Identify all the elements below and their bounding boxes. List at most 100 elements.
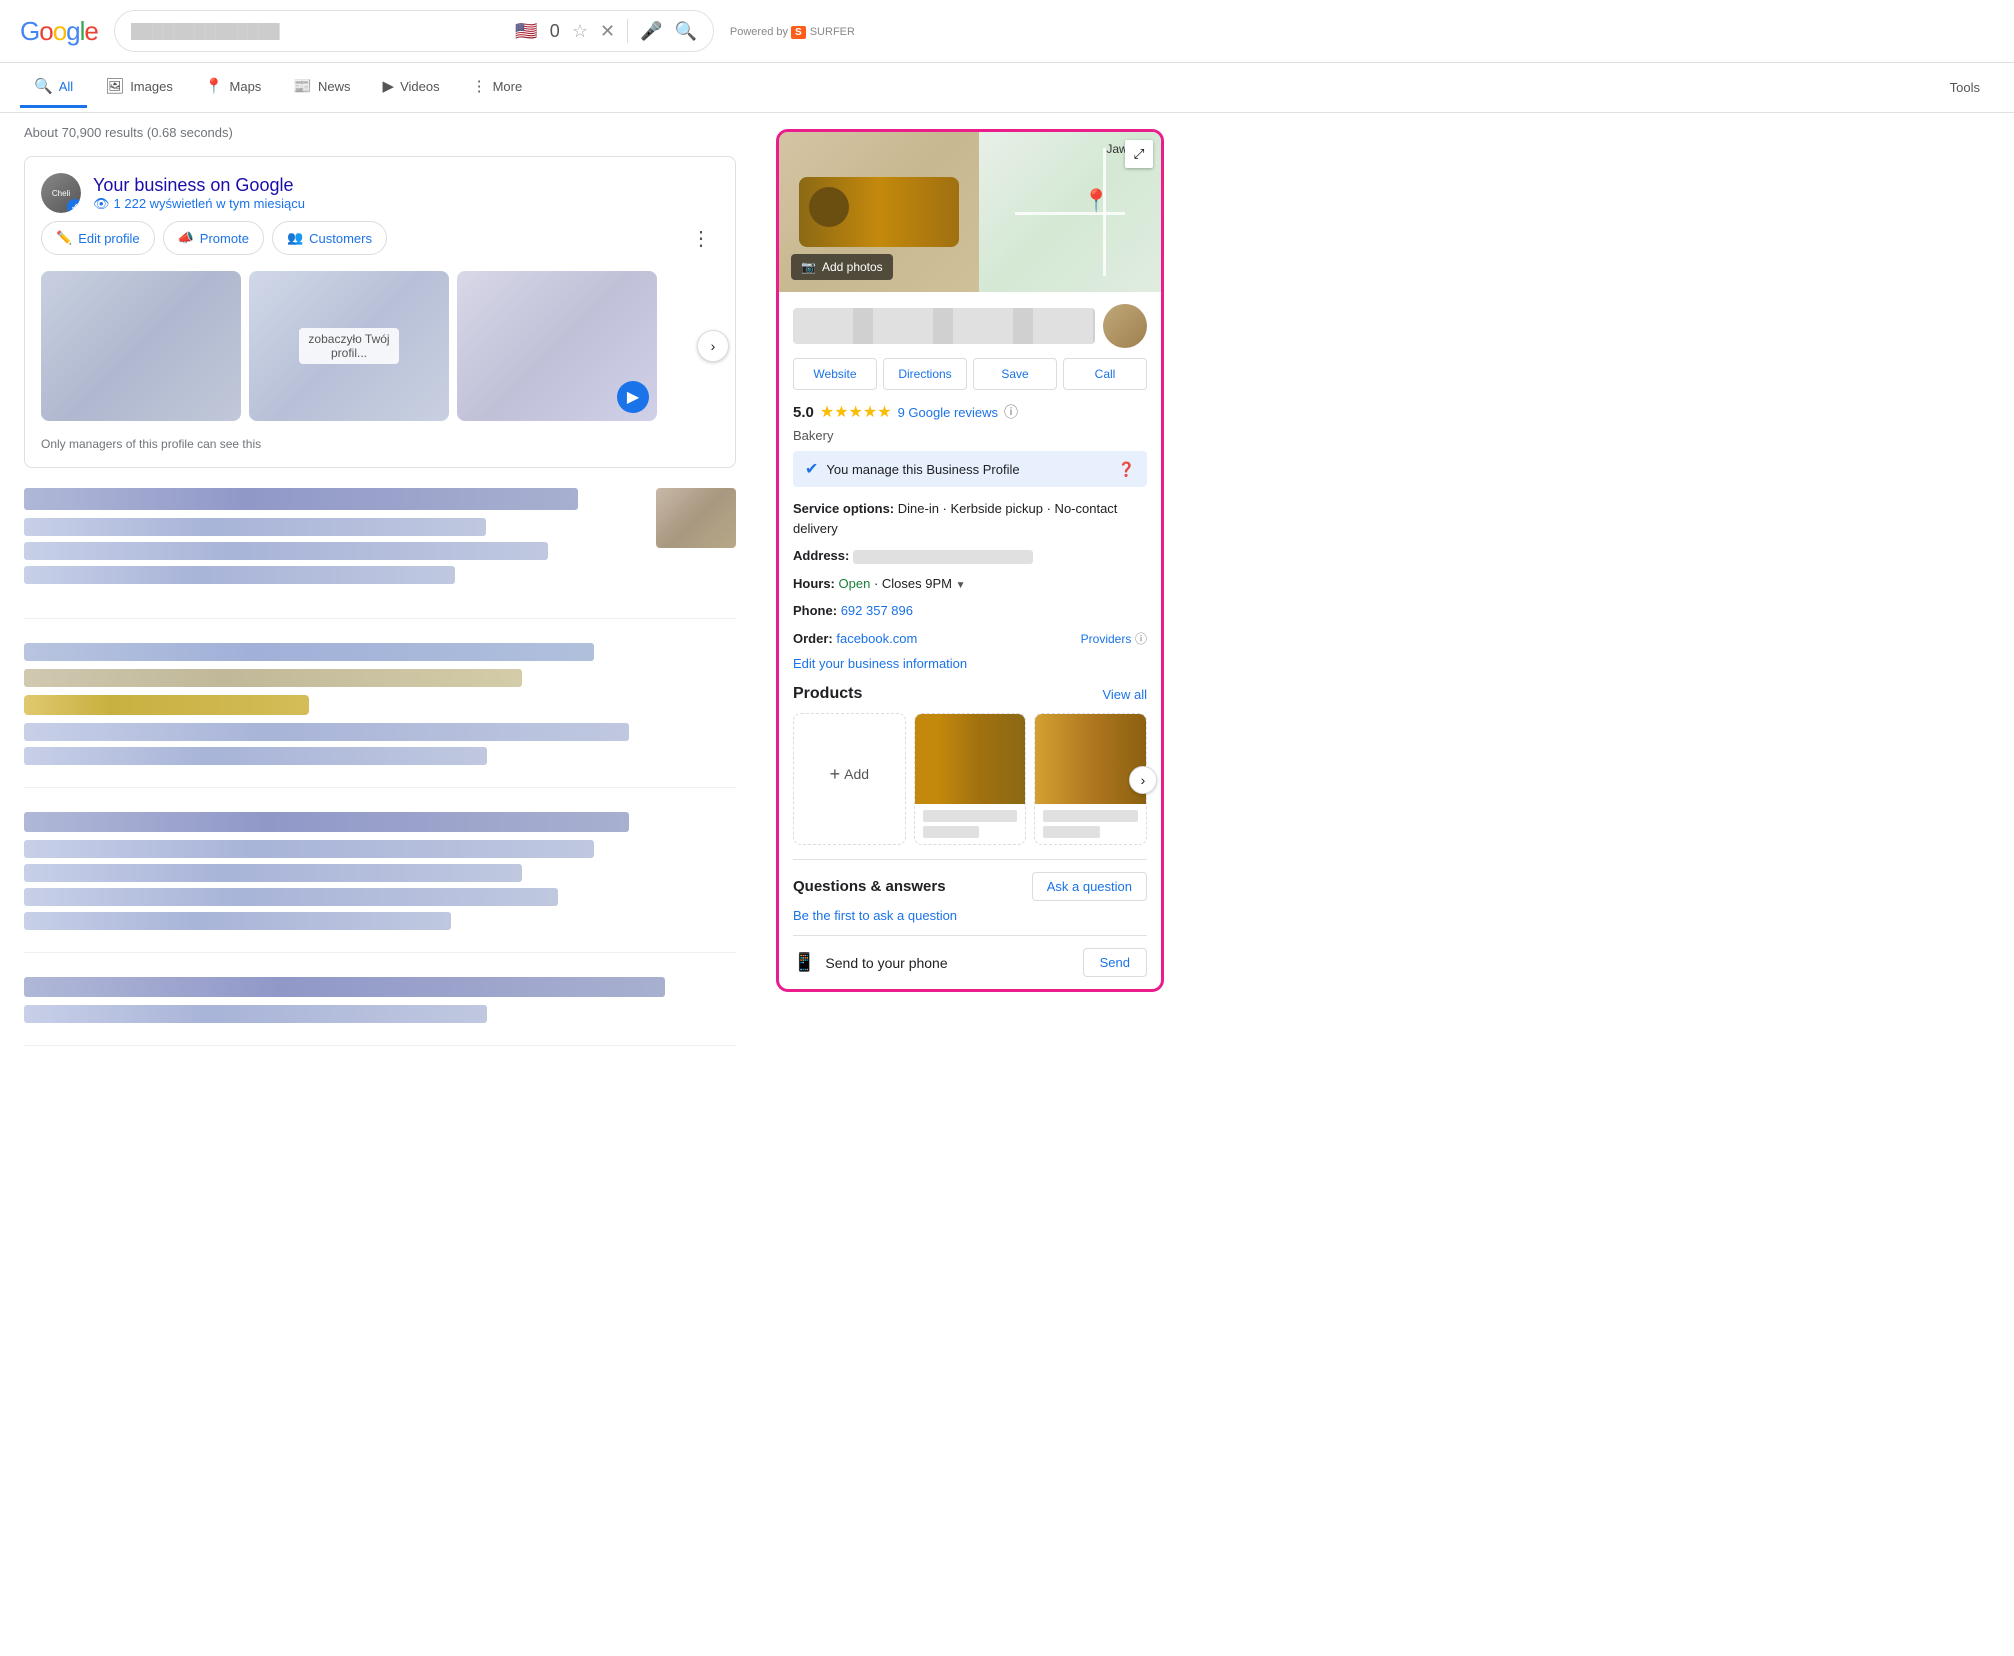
business-card: Cheli ✓ Your business on Google 👁 1 222 … — [24, 156, 736, 468]
carousel-item-3[interactable]: ▶ — [457, 271, 657, 421]
products-grid: + Add — [793, 713, 1147, 845]
add-product-card[interactable]: + Add — [793, 713, 906, 845]
stars-row: 5.0 ★★★★★ 9 Google reviews ⓘ — [793, 402, 1147, 422]
blurred-results — [24, 488, 736, 1046]
customers-button[interactable]: 👥 Customers — [272, 221, 387, 255]
managers-note: Only managers of this profile can see th… — [41, 437, 719, 451]
service-row: Service options: Dine-in · Kerbside pick… — [793, 499, 1147, 538]
providers-link[interactable]: Providers — [1081, 632, 1132, 646]
close-icon[interactable]: ✕ — [600, 21, 615, 42]
address-value — [853, 550, 1033, 564]
search-input[interactable] — [131, 23, 507, 40]
nav-tabs: 🔍 All 🖼 Images 📍 Maps 📰 News ▶ Videos ⋮ … — [0, 63, 2014, 113]
main-layout: About 70,900 results (0.68 seconds) Chel… — [0, 113, 2014, 1082]
map-section[interactable]: 📍 Jaworze ⤢ — [979, 132, 1161, 292]
hours-row: Hours: Open · Closes 9PM ▼ — [793, 574, 1147, 594]
reviews-link[interactable]: 9 Google reviews — [898, 405, 998, 420]
product-name-2 — [1043, 810, 1138, 822]
more-options-button[interactable]: ⋮ — [683, 222, 719, 255]
header: Google 🇺🇸 0 ☆ ✕ 🎤 🔍 Powered by S SURFER — [0, 0, 2014, 63]
tab-videos[interactable]: ▶ Videos — [369, 67, 454, 108]
ask-question-button[interactable]: Ask a question — [1032, 872, 1147, 901]
promote-icon: 📣 — [178, 230, 194, 246]
tab-all[interactable]: 🔍 All — [20, 67, 87, 108]
send-button[interactable]: Send — [1083, 948, 1147, 977]
verified-badge: ✓ — [67, 199, 81, 213]
products-next-button[interactable]: › — [1129, 766, 1157, 794]
edit-profile-button[interactable]: ✏️ Edit profile — [41, 221, 155, 255]
more-icon: ⋮ — [472, 77, 487, 95]
google-logo: Google — [20, 16, 98, 47]
manage-badge: ✔ You manage this Business Profile ❓ — [793, 451, 1147, 487]
bookmark-count: 0 — [550, 21, 560, 42]
website-button[interactable]: Website — [793, 358, 877, 390]
tab-maps[interactable]: 📍 Maps — [191, 67, 275, 108]
edit-icon: ✏️ — [56, 230, 72, 246]
business-logo: Cheli ✓ — [41, 173, 81, 213]
info-icon[interactable]: ⓘ — [1004, 402, 1018, 422]
call-button[interactable]: Call — [1063, 358, 1147, 390]
tools-button[interactable]: Tools — [1936, 70, 1994, 105]
plus-icon: + — [830, 764, 841, 785]
promote-button[interactable]: 📣 Promote — [163, 221, 264, 255]
product-price-1 — [923, 826, 980, 838]
address-row: Address: — [793, 546, 1147, 566]
business-views[interactable]: 👁 1 222 wyświetleń w tym miesiącu — [93, 196, 719, 212]
surfer-logo: S — [791, 26, 806, 39]
products-title: Products — [793, 685, 862, 703]
business-title-area: Your business on Google 👁 1 222 wyświetl… — [93, 175, 719, 212]
carousel-next-button[interactable]: › — [697, 330, 729, 362]
order-link[interactable]: facebook.com — [836, 631, 917, 646]
product-card-1[interactable] — [914, 713, 1027, 845]
carousel-item-1[interactable] — [41, 271, 241, 421]
chevron-down-icon[interactable]: ▼ — [956, 580, 966, 591]
carousel-label: zobaczyło Twój profil... — [299, 328, 399, 364]
qa-section: Questions & answers Ask a question Be th… — [793, 859, 1147, 923]
add-photos-button[interactable]: 📷 Add photos — [791, 254, 893, 280]
food-photo — [799, 177, 959, 247]
order-row: Order: facebook.com Providers ⓘ — [793, 629, 1147, 649]
providers-info-icon[interactable]: ⓘ — [1135, 632, 1147, 646]
product-image-1 — [915, 714, 1026, 804]
phone-link[interactable]: 692 357 896 — [841, 603, 913, 618]
videos-icon: ▶ — [383, 77, 395, 95]
edit-info-link[interactable]: Edit your business information — [793, 656, 1147, 671]
result-section-4 — [24, 977, 736, 1046]
panel-action-buttons: Website Directions Save Call — [793, 358, 1147, 390]
manage-help-icon[interactable]: ❓ — [1118, 461, 1135, 478]
all-icon: 🔍 — [34, 77, 53, 95]
add-label: Add — [844, 766, 869, 782]
business-panel: 📷 Add photos 📍 Jaworze ⤢ — [776, 129, 1164, 992]
search-icon[interactable]: 🔍 — [674, 21, 696, 42]
qa-first-link[interactable]: Be the first to ask a question — [793, 908, 957, 923]
maps-icon: 📍 — [205, 77, 224, 95]
business-name: Your business on Google — [93, 175, 719, 196]
directions-button[interactable]: Directions — [883, 358, 967, 390]
category-label: Bakery — [793, 428, 1147, 443]
phone-row: Phone: 692 357 896 — [793, 601, 1147, 621]
stars: ★★★★★ — [820, 402, 892, 422]
business-header: Cheli ✓ Your business on Google 👁 1 222 … — [41, 173, 719, 213]
search-bar[interactable]: 🇺🇸 0 ☆ ✕ 🎤 🔍 — [114, 10, 714, 52]
tab-news[interactable]: 📰 News — [279, 67, 364, 108]
manage-check-icon: ✔ — [805, 459, 818, 479]
product-image-2 — [1035, 714, 1146, 804]
action-buttons: ✏️ Edit profile 📣 Promote 👥 Customers ⋮ — [41, 221, 719, 255]
save-button[interactable]: Save — [973, 358, 1057, 390]
result-section-3 — [24, 812, 736, 953]
expand-map-button[interactable]: ⤢ — [1125, 140, 1153, 168]
send-to-phone-section: 📱 Send to your phone Send — [793, 935, 1147, 977]
view-all-link[interactable]: View all — [1102, 687, 1147, 702]
panel-title-blurred — [793, 308, 1095, 344]
panel-title-row — [793, 304, 1147, 348]
surfer-label: SURFER — [810, 26, 855, 38]
product-price-2 — [1043, 826, 1100, 838]
manage-text: You manage this Business Profile — [826, 462, 1109, 477]
images-icon: 🖼 — [105, 77, 124, 95]
tab-images[interactable]: 🖼 Images — [91, 67, 187, 108]
hours-link[interactable]: Closes 9PM — [882, 576, 952, 591]
qa-title: Questions & answers — [793, 878, 946, 895]
carousel-item-2[interactable]: zobaczyło Twój profil... — [249, 271, 449, 421]
tab-more[interactable]: ⋮ Questions & answers More — [458, 67, 537, 108]
mic-icon[interactable]: 🎤 — [640, 21, 662, 42]
